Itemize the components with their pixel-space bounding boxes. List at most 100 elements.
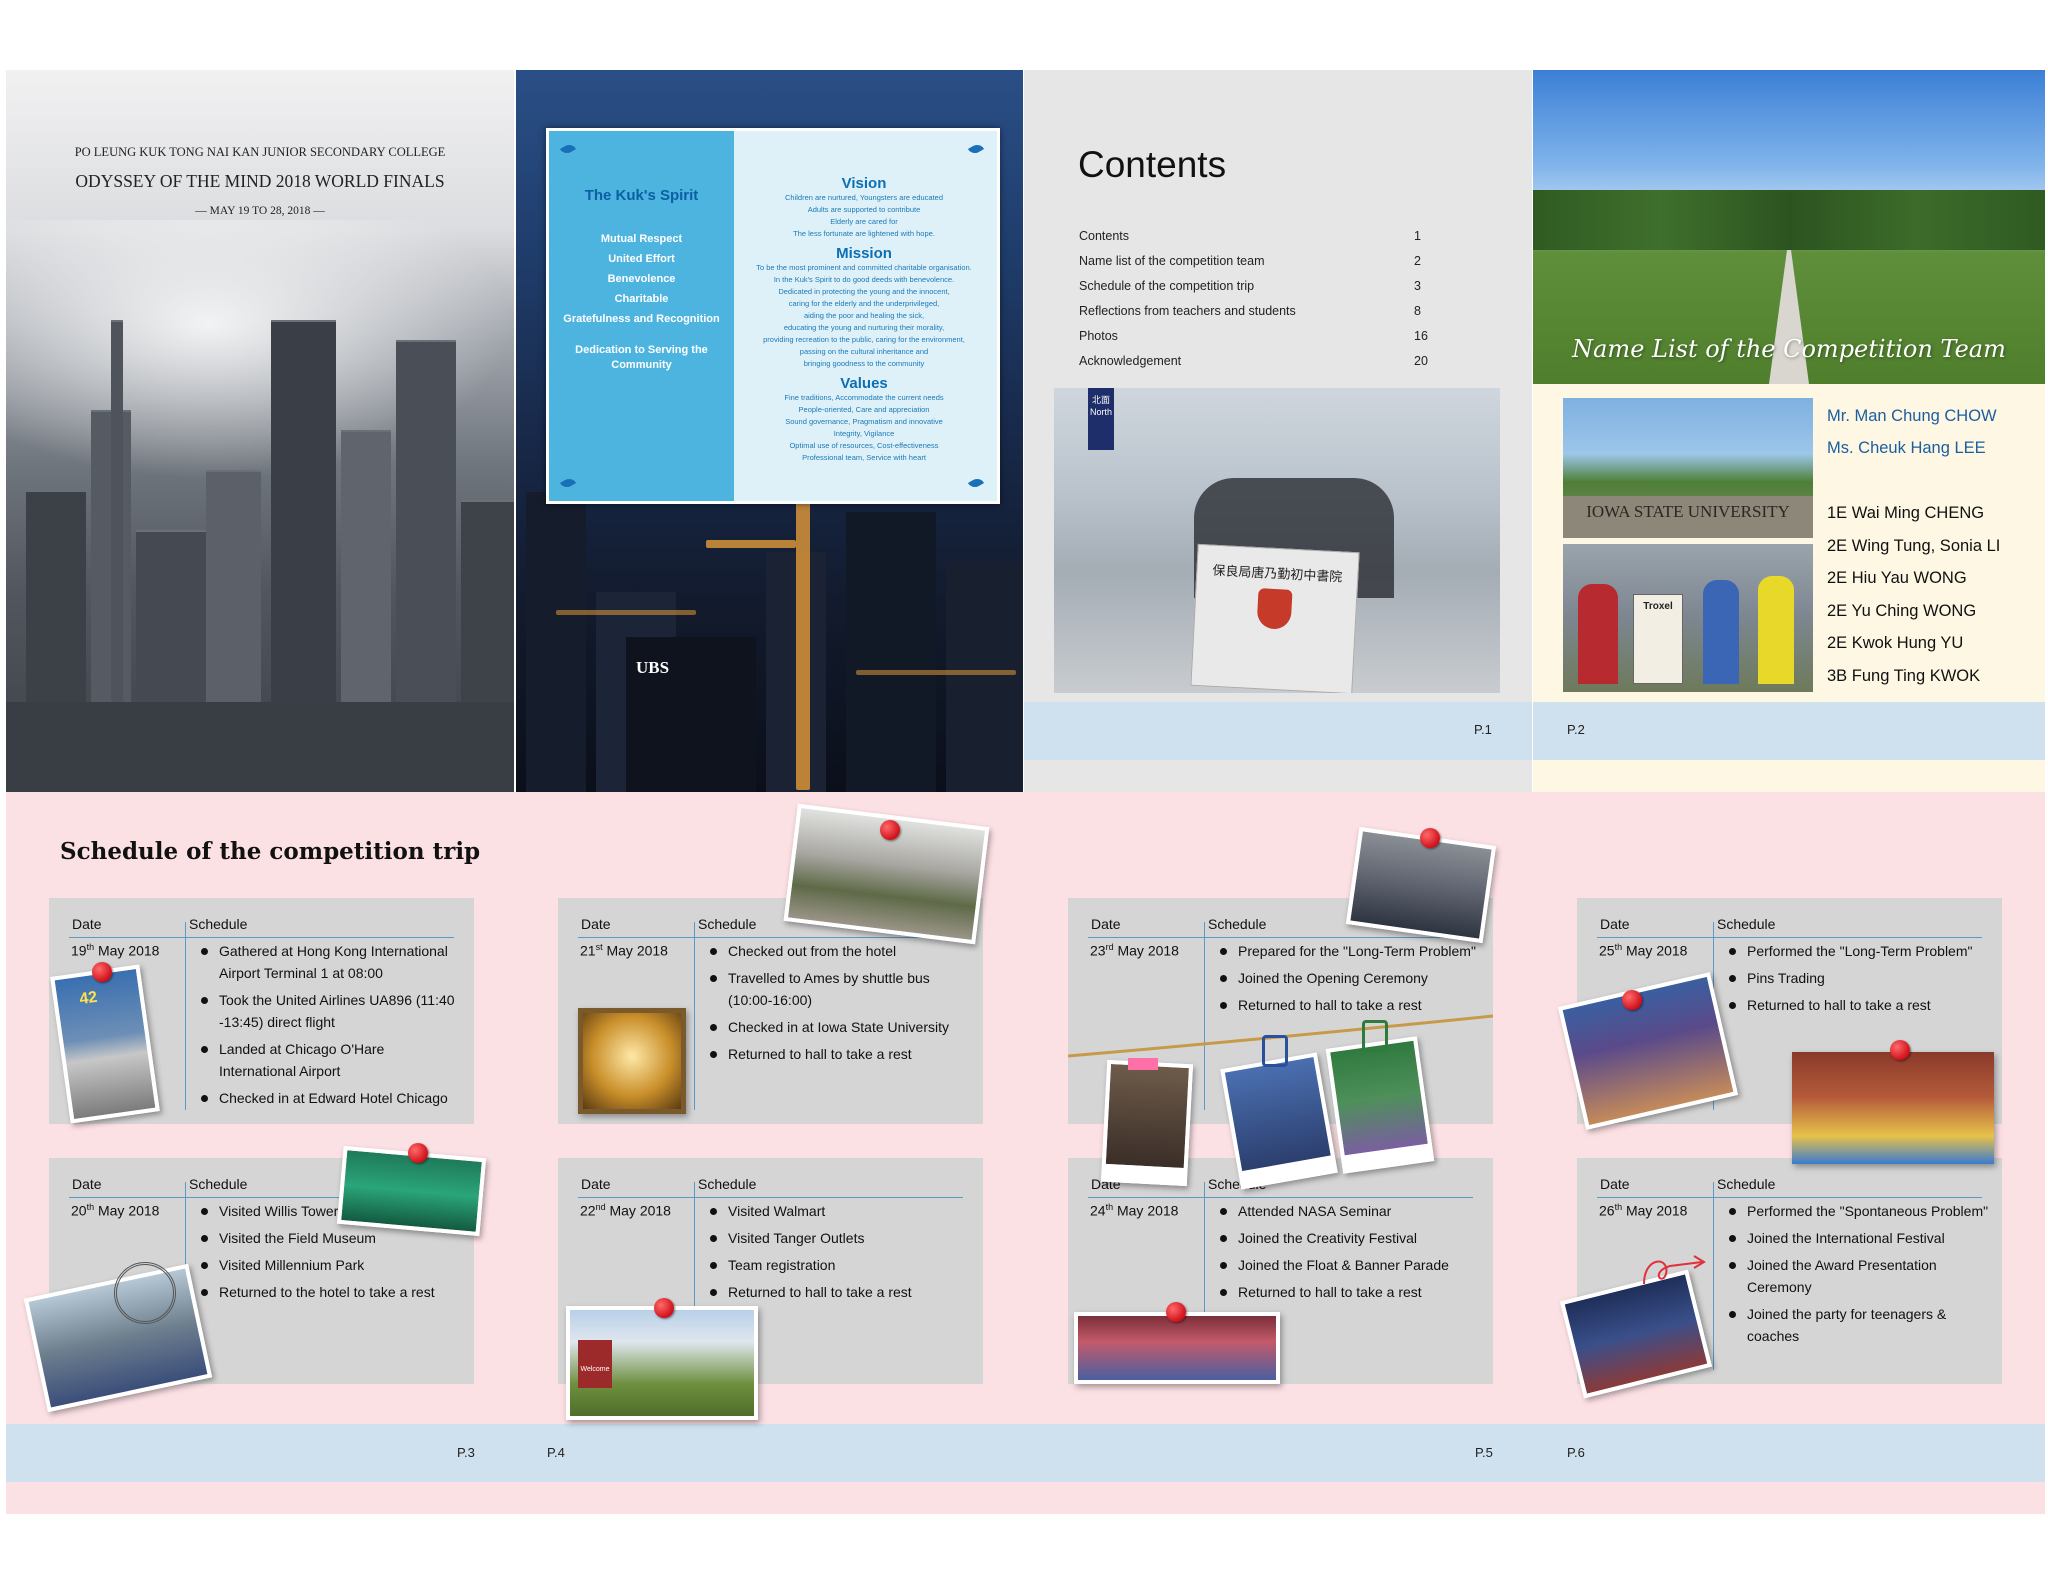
ubs-sign: UBS bbox=[636, 658, 670, 677]
mission-line: educating the young and nurturing their … bbox=[783, 323, 945, 332]
welcome-sign: Welcome bbox=[578, 1340, 612, 1388]
page-number: P.1 bbox=[1474, 722, 1492, 737]
toc-label: Reflections from teachers and students bbox=[1079, 304, 1296, 318]
student-name: 2E Yu Ching WONG bbox=[1827, 602, 1977, 620]
teacher-name: Mr. Man Chung CHOW bbox=[1827, 407, 1997, 425]
toc-row[interactable]: Name list of the competition team 2 bbox=[1079, 254, 1439, 278]
pushpin-icon bbox=[92, 962, 112, 982]
cover-page: PO LEUNG KUK TONG NAI KAN JUNIOR SECONDA… bbox=[6, 70, 514, 792]
page-band bbox=[1533, 702, 2045, 760]
schedule-item: Took the United Airlines UA896 (11:40 -1… bbox=[199, 989, 464, 1033]
binder-clip-icon bbox=[1262, 1035, 1288, 1067]
toc-row[interactable]: Acknowledgement 20 bbox=[1079, 354, 1439, 378]
page-band bbox=[1024, 702, 1532, 760]
schedule-item: Joined the Creativity Festival bbox=[1218, 1227, 1483, 1249]
values-line: Fine traditions, Accommodate the current… bbox=[784, 393, 944, 402]
schedule-item: Returned to hall to take a rest bbox=[708, 1043, 973, 1065]
vision-line: Adults are supported to contribute bbox=[807, 205, 921, 214]
troxel-sign: Troxel bbox=[1633, 594, 1683, 684]
schedule-item: Checked in at Edward Hotel Chicago bbox=[199, 1087, 464, 1109]
page-number: P.3 bbox=[457, 1445, 475, 1460]
schedule-list: Attended NASA Seminar Joined the Creativ… bbox=[1218, 1200, 1483, 1308]
mission-line: bringing goodness to the community bbox=[803, 359, 925, 368]
values-line: Sound governance, Pragmatism and innovat… bbox=[785, 417, 943, 426]
spirit-item: Mutual Respect bbox=[600, 233, 683, 245]
costume-group-photo: Troxel bbox=[1563, 544, 1813, 692]
student-name: 3B Fung Ting KWOK bbox=[1827, 667, 1981, 685]
cover-school: PO LEUNG KUK TONG NAI KAN JUNIOR SECONDA… bbox=[74, 145, 446, 159]
gate-number: 42 bbox=[78, 988, 99, 1009]
toc-page: 1 bbox=[1414, 229, 1421, 243]
schedule-header: Schedule bbox=[1208, 916, 1267, 932]
schedule-item: Checked out from the hotel bbox=[708, 940, 973, 962]
schedule-header: Schedule bbox=[698, 916, 757, 932]
schedule-list: Performed the "Spontaneous Problem" Join… bbox=[1727, 1200, 2002, 1352]
schedule-item: Joined the party for teenagers & coaches bbox=[1727, 1303, 2002, 1347]
values-line: Professional team, Service with heart bbox=[802, 453, 926, 462]
pushpin-icon bbox=[1622, 990, 1642, 1010]
banner-text: 保良局唐乃勤初中書院 bbox=[1212, 562, 1343, 585]
values-title: Values bbox=[840, 375, 888, 392]
toc-page: 16 bbox=[1414, 329, 1428, 343]
kuk-spirit-left-panel: The Kuk's Spirit Mutual Respect United E… bbox=[549, 131, 734, 501]
north-sign: 北面 North bbox=[1088, 388, 1114, 450]
student-name: 1E Wai Ming CHENG bbox=[1827, 504, 1985, 522]
namelist-page: Name List of the Competition Team IOWA S… bbox=[1533, 70, 2045, 792]
schedule-item: Landed at Chicago O'Hare International A… bbox=[199, 1038, 464, 1082]
schedule-item: Pins Trading bbox=[1727, 967, 2002, 989]
mission-line: To be the most prominent and committed c… bbox=[756, 263, 972, 272]
schedule-date: 23rd May 2018 bbox=[1090, 942, 1179, 959]
angel-wings-photo bbox=[578, 1008, 686, 1114]
schedule-item: Visited Millennium Park bbox=[199, 1254, 464, 1276]
schedule-item: Joined the Float & Banner Parade bbox=[1218, 1254, 1483, 1276]
kuk-spirit-box: The Kuk's Spirit Mutual Respect United E… bbox=[546, 128, 1000, 504]
parade-photo bbox=[1074, 1312, 1280, 1384]
toc-label: Schedule of the competition trip bbox=[1079, 279, 1255, 293]
dedication-text: Dedication to Serving the Community bbox=[575, 344, 708, 371]
schedule-item: Checked in at Iowa State University bbox=[708, 1016, 973, 1038]
date-header: Date bbox=[1600, 1176, 1630, 1192]
page-number: P.6 bbox=[1567, 1445, 1585, 1460]
schedule-title: Schedule of the competition trip bbox=[60, 838, 481, 865]
page-number: P.2 bbox=[1567, 722, 1585, 737]
schedule-header: Schedule bbox=[189, 1176, 248, 1192]
polaroid-photo bbox=[1100, 1059, 1194, 1187]
student-name: 2E Kwok Hung YU bbox=[1827, 634, 1964, 652]
leaf-icon bbox=[967, 476, 985, 490]
arrow-doodle-icon bbox=[1643, 1255, 1706, 1285]
iowa-state-group-photo: IOWA STATE UNIVERSITY bbox=[1563, 398, 1813, 538]
schedule-date: 21st May 2018 bbox=[580, 942, 668, 959]
school-crest-icon bbox=[1256, 588, 1293, 630]
page-number: P.5 bbox=[1475, 1445, 1493, 1460]
schedule-header: Schedule bbox=[698, 1176, 757, 1192]
mission-line: aiding the poor and healing the sick, bbox=[803, 311, 925, 320]
schedule-item: Visited Tanger Outlets bbox=[708, 1227, 973, 1249]
mission-line: providing recreation to the public, cari… bbox=[763, 335, 965, 344]
schedule-list: Performed the "Long-Term Problem" Pins T… bbox=[1727, 940, 2002, 1021]
cover-dates: — MAY 19 TO 28, 2018 — bbox=[195, 205, 325, 217]
vision-line: Children are nurtured, Youngsters are ed… bbox=[784, 193, 944, 202]
toc-label: Name list of the competition team bbox=[1079, 254, 1265, 268]
kuk-spirit-heading: The Kuk's Spirit bbox=[584, 187, 699, 204]
schedule-date: 24th May 2018 bbox=[1090, 1202, 1179, 1219]
schedule-list: Visited Walmart Visited Tanger Outlets T… bbox=[708, 1200, 973, 1308]
toc-row[interactable]: Schedule of the competition trip 3 bbox=[1079, 279, 1439, 303]
date-header: Date bbox=[72, 916, 102, 932]
values-line: Optimal use of resources, Cost-effective… bbox=[789, 441, 939, 450]
schedule-date: 25th May 2018 bbox=[1599, 942, 1688, 959]
pushpin-icon bbox=[1166, 1302, 1186, 1322]
schedule-date: 19th May 2018 bbox=[71, 942, 160, 959]
toc-row[interactable]: Reflections from teachers and students 8 bbox=[1079, 304, 1439, 328]
date-header: Date bbox=[581, 916, 611, 932]
page-band bbox=[6, 1424, 2045, 1482]
student-name: 2E Hiu Yau WONG bbox=[1827, 569, 1967, 587]
schedule-item: Joined the International Festival bbox=[1727, 1227, 2002, 1249]
schedule-item: Performed the "Spontaneous Problem" bbox=[1727, 1200, 2002, 1222]
schedule-item: Travelled to Ames by shuttle bus (10:00-… bbox=[708, 967, 973, 1011]
schedule-list: Prepared for the "Long-Term Problem" Joi… bbox=[1218, 940, 1493, 1021]
toc-row[interactable]: Contents 1 bbox=[1079, 229, 1439, 253]
pushpin-icon bbox=[880, 820, 900, 840]
toc-page: 20 bbox=[1414, 354, 1428, 368]
vision-line: The less fortunate are lightened with ho… bbox=[793, 229, 935, 238]
toc-row[interactable]: Photos 16 bbox=[1079, 329, 1439, 353]
